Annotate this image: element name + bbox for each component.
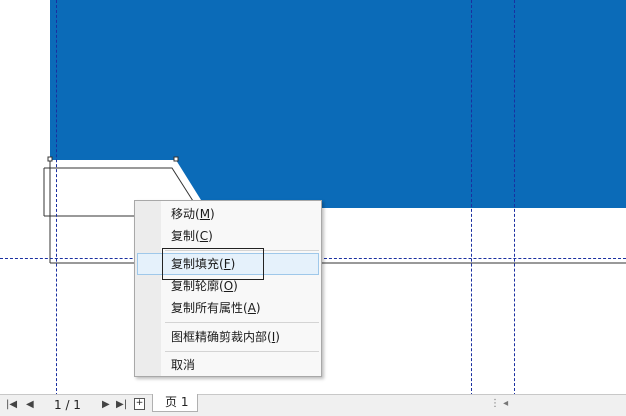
- previous-page-icon[interactable]: ◀: [26, 398, 34, 412]
- drawing-canvas[interactable]: 移动(M) 复制(C) 复制填充(F) 复制轮廓(O) 复制所有属性(A) 图框…: [0, 0, 626, 416]
- scroll-handle-icon[interactable]: ⋮ ◂: [490, 398, 508, 409]
- guideline-vertical[interactable]: [514, 0, 515, 396]
- first-page-icon[interactable]: |◀: [6, 398, 17, 412]
- menu-item-copy-all-properties[interactable]: 复制所有属性(A): [137, 297, 319, 319]
- next-page-icon[interactable]: ▶: [102, 398, 110, 412]
- blue-filled-shape[interactable]: [50, 0, 626, 208]
- page-count: 1 / 1: [54, 398, 81, 412]
- menu-item-cancel[interactable]: 取消: [137, 354, 319, 376]
- menu-item-move[interactable]: 移动(M): [137, 203, 319, 225]
- menu-item-copy[interactable]: 复制(C): [137, 225, 319, 247]
- annotation-highlight-box: [162, 248, 264, 280]
- menu-separator: [165, 322, 319, 323]
- context-menu: 移动(M) 复制(C) 复制填充(F) 复制轮廓(O) 复制所有属性(A) 图框…: [134, 200, 322, 377]
- page-tab[interactable]: 页 1: [152, 394, 198, 412]
- menu-separator: [165, 351, 319, 352]
- page-navigation-bar: |◀ ◀ 1 / 1 ▶ ▶| + 页 1 ⋮ ◂: [0, 394, 626, 416]
- menu-item-powerclip-inside[interactable]: 图框精确剪裁内部(I): [137, 326, 319, 348]
- guideline-vertical[interactable]: [56, 0, 57, 396]
- add-page-icon[interactable]: +: [134, 398, 145, 410]
- last-page-icon[interactable]: ▶|: [116, 398, 127, 412]
- guideline-vertical[interactable]: [471, 0, 472, 396]
